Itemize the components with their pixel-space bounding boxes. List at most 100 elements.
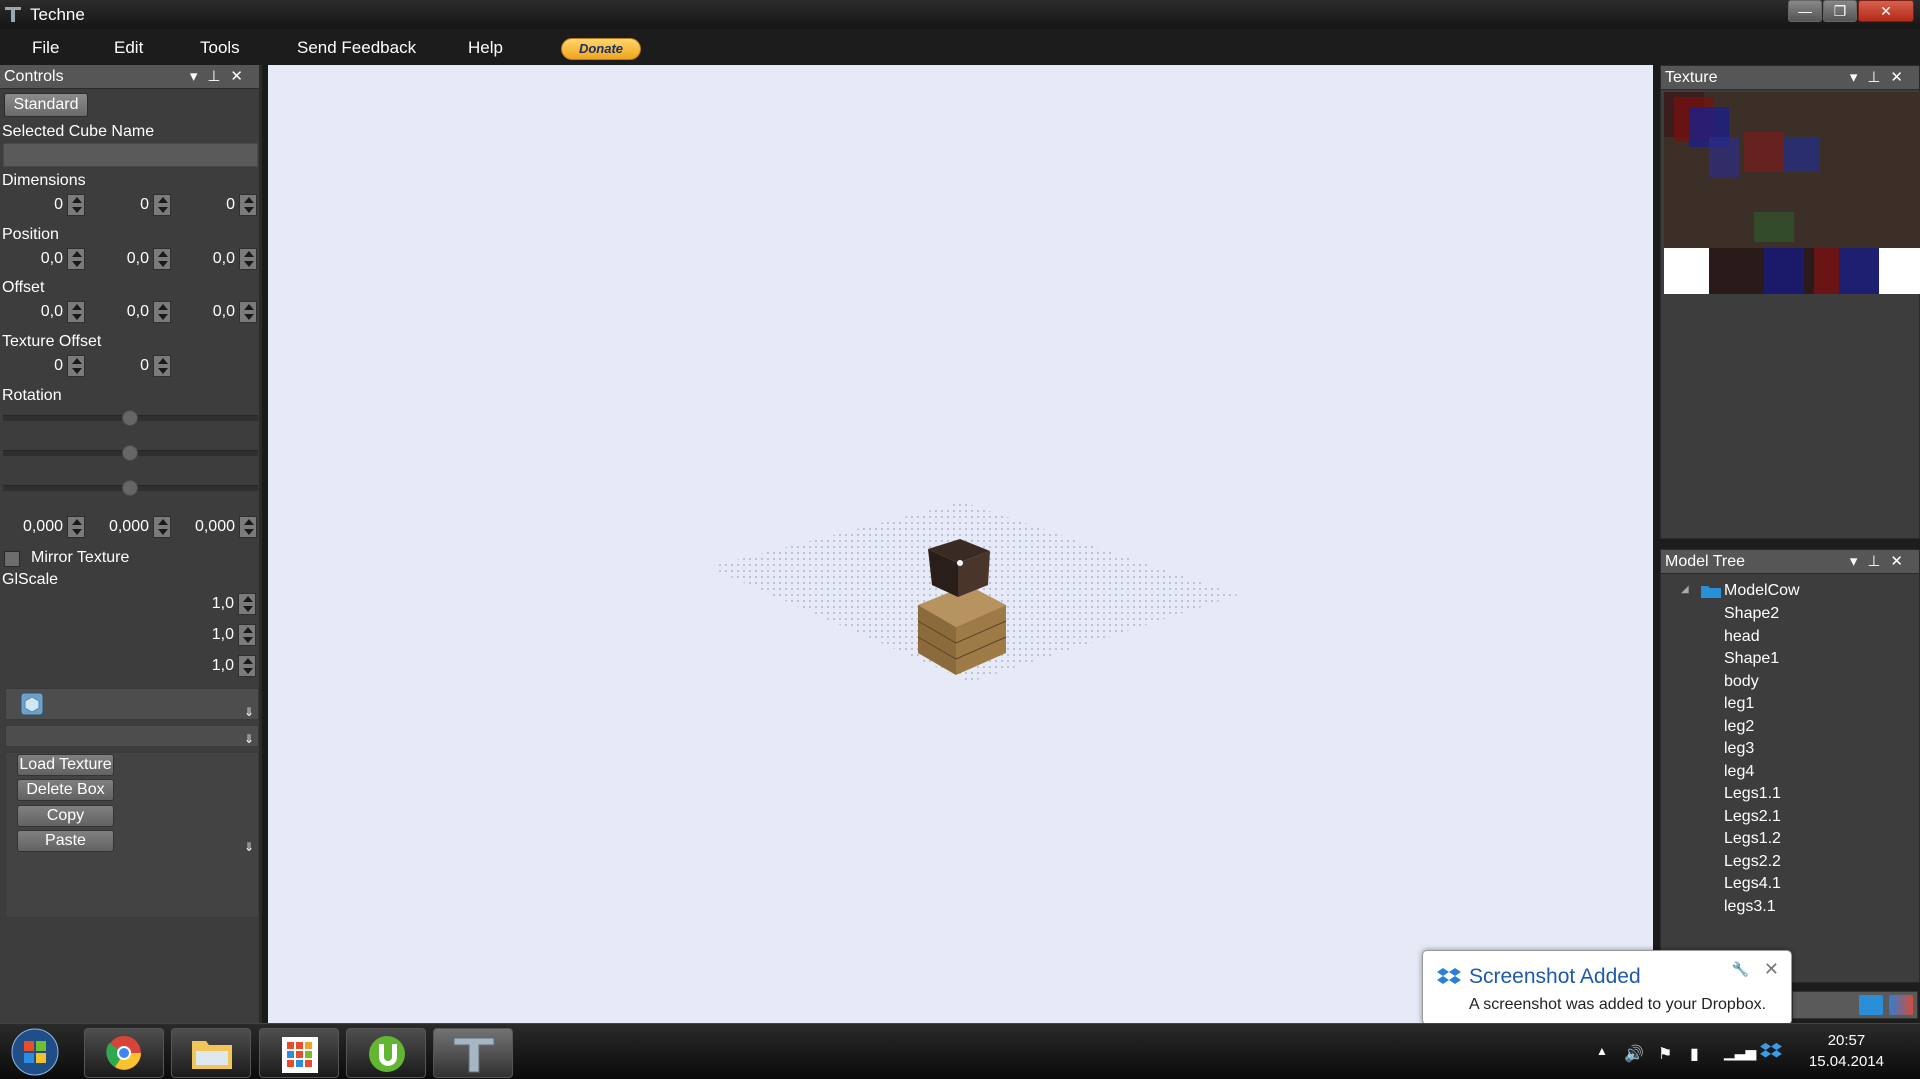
shape-toolbar: ⇓ [5, 688, 259, 720]
panel-buttons[interactable]: ▾⊥✕ [190, 67, 253, 85]
slider-handle[interactable] [122, 480, 138, 496]
tree-item[interactable]: Legs4.1 [1724, 875, 1781, 893]
copy-button[interactable]: Copy [17, 805, 114, 827]
start-orb-icon[interactable] [10, 1027, 60, 1077]
panel-buttons[interactable]: ▾⊥✕ [1850, 68, 1913, 86]
menu-bar: File Edit Tools Send Feedback Help Donat… [0, 29, 1920, 65]
texture-header: Texture ▾⊥✕ [1661, 66, 1919, 90]
minimize-button[interactable]: — [1788, 0, 1822, 22]
tree-item[interactable]: body [1724, 673, 1759, 691]
offset-y-stepper[interactable]: 0,0 [89, 300, 173, 324]
menu-send-feedback[interactable]: Send Feedback [297, 38, 416, 58]
offset-z-stepper[interactable]: 0,0 [175, 300, 259, 324]
position-label: Position [2, 226, 59, 243]
tree-item[interactable]: Legs2.1 [1724, 808, 1781, 826]
tree-item[interactable]: leg1 [1724, 695, 1754, 713]
rotation-y-slider[interactable] [3, 445, 258, 461]
menu-help[interactable]: Help [468, 38, 503, 58]
rotation-y-stepper[interactable]: 0,000 [89, 515, 173, 539]
controls-header: Controls ▾⊥✕ [0, 65, 259, 89]
cube-icon[interactable] [20, 692, 44, 716]
remove-button[interactable] [1889, 995, 1913, 1015]
mirror-texture-checkbox[interactable] [4, 551, 20, 567]
rotation-z-stepper[interactable]: 0,000 [175, 515, 259, 539]
folder-button[interactable] [1859, 995, 1883, 1015]
network-icon[interactable]: ▁▃▅ [1724, 1044, 1756, 1061]
taskbar-techne[interactable] [433, 1028, 513, 1078]
wrench-icon[interactable]: 🔧 [1732, 961, 1749, 978]
panel-buttons[interactable]: ▾⊥✕ [1850, 552, 1913, 570]
notification-close-icon[interactable]: ✕ [1764, 959, 1779, 980]
tree-item[interactable]: leg3 [1724, 740, 1754, 758]
rotation-x-stepper[interactable]: 0,000 [3, 515, 87, 539]
secondary-toolbar: ⇓ [5, 725, 259, 747]
dropbox-notification[interactable]: Screenshot Added 🔧 ✕ A screenshot was ad… [1422, 950, 1792, 1025]
texture-offset-y-stepper[interactable]: 0 [89, 354, 173, 378]
battery-icon[interactable]: ▮ [1690, 1044, 1699, 1064]
tree-item[interactable]: head [1724, 628, 1760, 646]
clock-time: 20:57 [1827, 1032, 1866, 1049]
delete-box-button[interactable]: Delete Box [17, 779, 114, 801]
overflow-icon[interactable]: ⇓ [244, 705, 254, 719]
texture-title: Texture [1665, 69, 1718, 86]
close-button[interactable]: ✕ [1858, 0, 1914, 22]
position-z-stepper[interactable]: 0,0 [175, 247, 259, 271]
dimension-x-stepper[interactable]: 0 [3, 193, 87, 217]
slider-handle[interactable] [122, 445, 138, 461]
tree-item[interactable]: Legs1.2 [1724, 830, 1781, 848]
tree-item[interactable]: Shape1 [1724, 650, 1779, 668]
model-tree-panel: Model Tree ▾⊥✕ ◢ ModelCow Shape2 head Shap… [1660, 549, 1920, 983]
explorer-icon [192, 1041, 232, 1069]
dimension-z-stepper[interactable]: 0 [175, 193, 259, 217]
selected-cube-name-label: Selected Cube Name [2, 123, 155, 140]
folder-icon [1701, 586, 1721, 598]
standard-button[interactable]: Standard [4, 93, 88, 117]
load-texture-button[interactable]: Load Texture [17, 754, 114, 776]
menu-edit[interactable]: Edit [114, 38, 143, 58]
utorrent-icon [369, 1036, 405, 1072]
window-controls: — ❐ ✕ [1787, 0, 1914, 24]
texture-offset-x-stepper[interactable]: 0 [3, 354, 87, 378]
tree-item[interactable]: leg4 [1724, 763, 1754, 781]
taskbar-utorrent[interactable] [346, 1028, 426, 1078]
tree-item[interactable]: legs3.1 [1724, 898, 1776, 916]
tree-item[interactable]: Legs1.1 [1724, 785, 1781, 803]
tree-item[interactable]: Shape2 [1724, 605, 1779, 623]
taskbar-metro-apps[interactable] [259, 1028, 339, 1078]
glscale-z-stepper[interactable]: 1,0 [3, 654, 258, 678]
position-y-stepper[interactable]: 0,0 [89, 247, 173, 271]
cube-name-input[interactable] [3, 143, 258, 167]
texture-panel: Texture ▾⊥✕ [1660, 65, 1920, 539]
3d-viewport[interactable] [268, 65, 1653, 1023]
menu-file[interactable]: File [32, 38, 59, 58]
rotation-x-slider[interactable] [3, 410, 258, 426]
clock-date: 15.04.2014 [1808, 1053, 1884, 1070]
dropbox-icon[interactable] [1760, 1042, 1782, 1062]
glscale-y-stepper[interactable]: 1,0 [3, 623, 258, 647]
texture-preview[interactable] [1664, 92, 1920, 294]
taskbar-chrome[interactable] [84, 1028, 164, 1078]
tree-item[interactable]: Legs2.2 [1724, 853, 1781, 871]
paste-button[interactable]: Paste [17, 830, 114, 852]
metro-apps-icon [282, 1037, 318, 1073]
overflow-icon[interactable]: ⇓ [244, 840, 254, 854]
glscale-x-stepper[interactable]: 1,0 [3, 592, 258, 616]
donate-button[interactable]: Donate [561, 38, 641, 60]
slider-handle[interactable] [122, 410, 138, 426]
position-x-stepper[interactable]: 0,0 [3, 247, 87, 271]
taskbar-explorer[interactable] [171, 1028, 251, 1078]
flag-icon[interactable]: ⚑ [1658, 1044, 1672, 1064]
expand-arrow-icon[interactable]: ◢ [1681, 584, 1689, 595]
tray-expand-icon[interactable]: ▲ [1596, 1044, 1608, 1058]
tree-root[interactable]: ModelCow [1724, 582, 1800, 600]
dimension-y-stepper[interactable]: 0 [89, 193, 173, 217]
rotation-z-slider[interactable] [3, 480, 258, 496]
volume-icon[interactable]: 🔊 [1624, 1044, 1644, 1064]
offset-x-stepper[interactable]: 0,0 [3, 300, 87, 324]
app-icon [5, 7, 21, 22]
tree-item[interactable]: leg2 [1724, 718, 1754, 736]
overflow-icon[interactable]: ⇓ [244, 732, 254, 746]
menu-tools[interactable]: Tools [200, 38, 240, 58]
maximize-button[interactable]: ❐ [1823, 0, 1857, 22]
system-clock[interactable]: 20:57 15.04.2014 [1809, 1032, 1884, 1070]
